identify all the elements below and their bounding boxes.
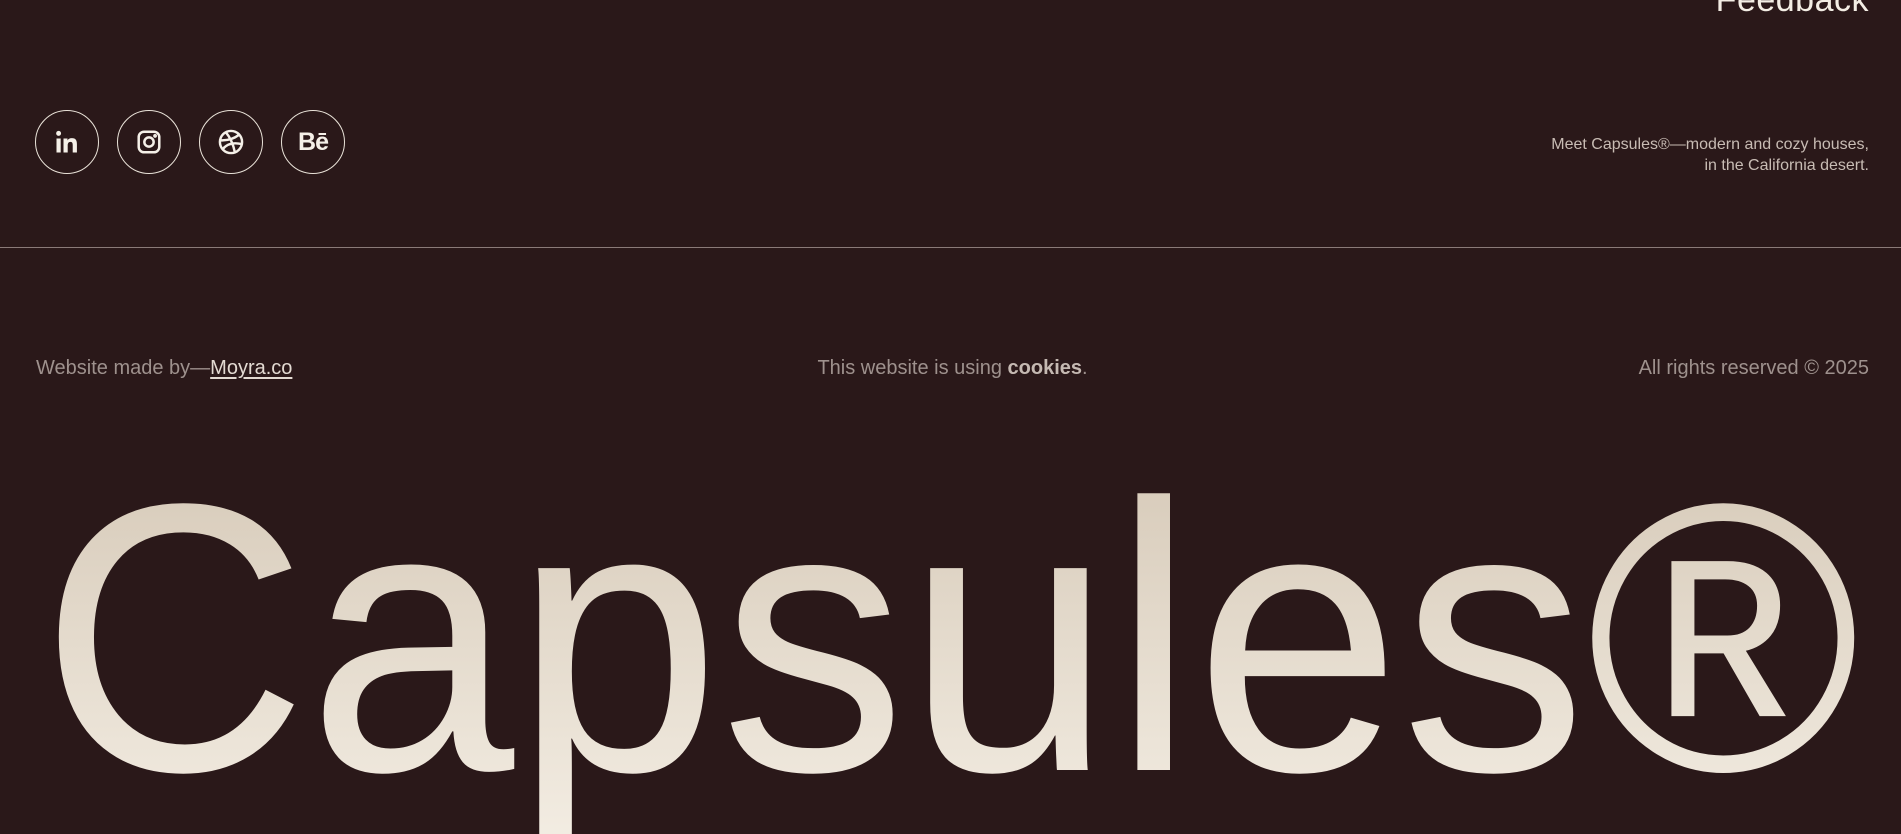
credits-prefix: Website made by— — [36, 357, 211, 379]
behance-icon: Bē — [298, 127, 329, 156]
tagline-line-2: in the California desert. — [1704, 157, 1869, 174]
footer-bar: Website made by—Moyra.co This website is… — [36, 356, 1869, 380]
feedback-link[interactable]: Feedback — [1716, 0, 1869, 18]
footer-divider — [0, 247, 1901, 248]
cookie-notice: This website is using cookies. — [817, 356, 1087, 380]
behance-button[interactable]: Bē — [281, 110, 345, 174]
tagline-line-1: Meet Capsules®—modern and cozy houses, — [1551, 136, 1869, 153]
brand-wordmark: Capsules® — [0, 470, 1901, 834]
credits: Website made by—Moyra.co — [36, 356, 292, 380]
tagline: Meet Capsules®—modern and cozy houses, i… — [1551, 134, 1869, 176]
linkedin-button[interactable] — [35, 110, 99, 174]
moyra-link[interactable]: Moyra.co — [210, 357, 292, 379]
cookies-link[interactable]: cookies — [1008, 357, 1082, 379]
dribbble-button[interactable] — [199, 110, 263, 174]
linkedin-icon — [56, 130, 77, 153]
dribbble-icon — [218, 129, 244, 155]
instagram-button[interactable] — [117, 110, 181, 174]
copyright: All rights reserved © 2025 — [1638, 357, 1869, 379]
instagram-icon — [137, 130, 161, 154]
social-links: Bē — [35, 110, 345, 174]
brand-wordmark-text: Capsules® — [40, 470, 1860, 834]
cookie-notice-suffix: . — [1082, 357, 1088, 379]
cookie-notice-prefix: This website is using — [817, 357, 1008, 379]
